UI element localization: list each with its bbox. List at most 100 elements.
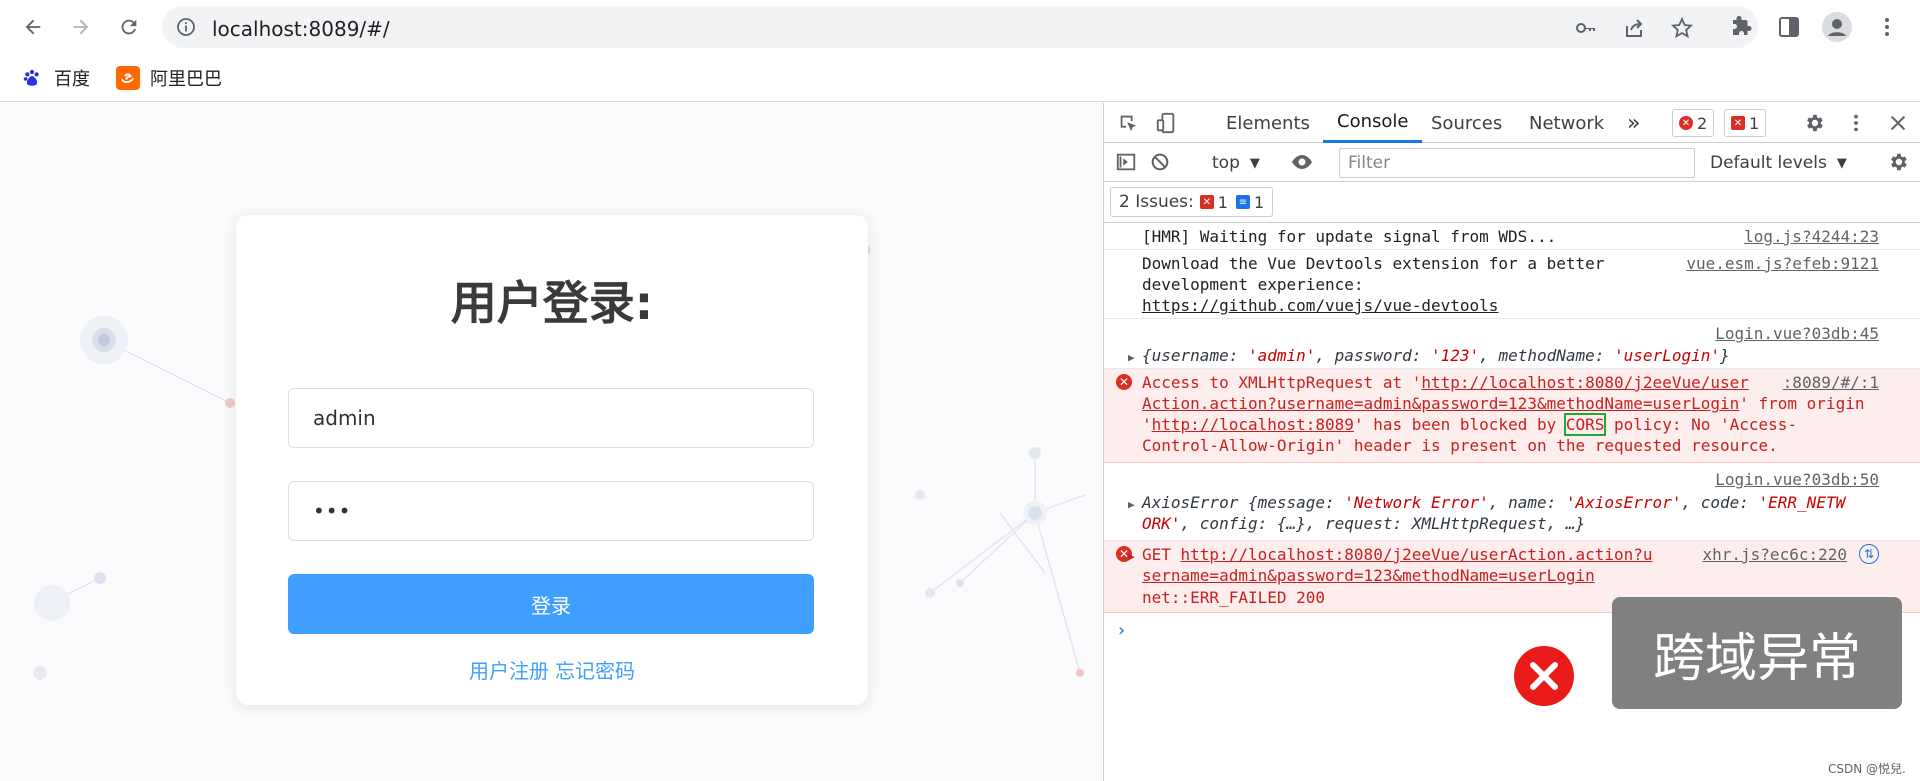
axios-error-preview[interactable]: ▶ AxiosError {message: 'Network Error', n… — [1128, 492, 1845, 515]
password-input[interactable]: ••• — [288, 481, 814, 541]
message-text: sername=admin&password=123&methodName=us… — [1142, 565, 1595, 586]
live-expression-eye-icon[interactable] — [1290, 150, 1314, 174]
source-link[interactable]: vue.esm.js?efeb:9121 — [1686, 253, 1879, 274]
profile-avatar-icon[interactable] — [1822, 12, 1852, 42]
dropdown-arrow-icon: ▼ — [1836, 155, 1847, 171]
extensions-icon[interactable] — [1726, 12, 1756, 42]
settings-gear-icon[interactable] — [1802, 111, 1826, 135]
message-text: development experience: — [1142, 275, 1364, 294]
share-icon[interactable] — [1622, 16, 1646, 40]
menu-kebab-icon[interactable] — [1872, 12, 1902, 42]
close-devtools-icon[interactable] — [1886, 111, 1910, 135]
address-bar[interactable]: localhost:8089/#/ — [162, 6, 1758, 48]
dropdown-arrow-icon: ▼ — [1249, 155, 1260, 171]
console-log-message: [HMR] Waiting for update signal from WDS… — [1104, 224, 1920, 250]
console-object-message: Login.vue?03db:50 ▶ AxiosError {message: … — [1104, 463, 1920, 541]
console-filter-input[interactable]: Filter — [1339, 148, 1695, 178]
register-link[interactable]: 用户注册 — [469, 659, 549, 683]
device-toolbar-icon[interactable] — [1154, 111, 1178, 135]
expand-triangle-icon[interactable]: ▶ — [1128, 494, 1142, 515]
issues-error-badge: ✕ 1 — [1194, 188, 1228, 216]
request-url-link[interactable]: http://localhost:8080/j2eeVue/userAction… — [1181, 545, 1653, 564]
log-levels-value: Default levels — [1710, 153, 1827, 173]
more-tabs-button[interactable]: » — [1627, 103, 1640, 143]
error-circle-icon: ✕ — [1679, 116, 1693, 130]
reload-icon — [121, 19, 137, 35]
bookmark-baidu[interactable]: 百度 — [20, 64, 90, 92]
login-button[interactable]: 登录 — [288, 574, 814, 634]
issues-button[interactable]: 2 Issues: ✕ 1 ≡ 1 — [1110, 187, 1274, 217]
devtools-tabbar: Elements Console Sources Network » ✕ 2 ✕… — [1104, 103, 1920, 143]
alibaba-icon — [116, 66, 140, 90]
tab-elements[interactable]: Elements — [1226, 103, 1310, 143]
side-panel-icon[interactable] — [1774, 12, 1804, 42]
info-icon[interactable] — [176, 17, 196, 37]
auth-links: 用户注册 忘记密码 — [236, 655, 868, 684]
message-text: Download the Vue Devtools extension for … — [1142, 254, 1605, 273]
console-object-message: Login.vue?03db:45 ▶ {username: 'admin', p… — [1104, 319, 1920, 369]
issue-count: 1 — [1749, 113, 1760, 133]
console-settings-gear-icon[interactable] — [1886, 150, 1910, 174]
inspect-element-icon[interactable] — [1116, 111, 1140, 135]
origin-url-link[interactable]: http://localhost:8089 — [1152, 415, 1354, 434]
console-prompt-input[interactable]: › — [1116, 620, 1127, 641]
watermark: CSDN @悦兒. — [1828, 762, 1906, 776]
issues-bar: 2 Issues: ✕ 1 ≡ 1 — [1104, 183, 1920, 223]
url-text[interactable]: localhost:8089/#/ — [212, 17, 390, 41]
login-title: 用户登录: — [450, 276, 654, 330]
axios-error-preview-cont: ORK', config: {…}, request: XMLHttpReque… — [1142, 514, 1586, 533]
issues-info-count: 1 — [1253, 192, 1265, 212]
bookmark-label: 百度 — [54, 69, 90, 90]
forgot-password-link[interactable]: 忘记密码 — [555, 659, 635, 683]
vue-devtools-link[interactable]: https://github.com/vuejs/vue-devtools — [1142, 296, 1498, 315]
issue-count-badge[interactable]: ✕ 1 — [1724, 109, 1767, 137]
issue-error-icon: ✕ — [1731, 116, 1745, 130]
error-count-badge[interactable]: ✕ 2 — [1672, 109, 1715, 137]
source-link[interactable]: Login.vue?03db:45 — [1715, 323, 1879, 344]
message-text: net::ERR_FAILED 200 — [1142, 588, 1326, 607]
clear-console-icon[interactable] — [1148, 150, 1172, 174]
message-text: ▶ GET http://localhost:8080/j2eeVue/userA… — [1128, 544, 1653, 567]
object-preview[interactable]: ▶ {username: 'admin', password: '123', me… — [1128, 345, 1730, 368]
back-button[interactable] — [16, 10, 50, 44]
username-input[interactable]: admin — [288, 388, 814, 448]
page-viewport: 用户登录: admin ••• 登录 用户注册 忘记密码 — [0, 103, 1102, 781]
browser-toolbar: localhost:8089/#/ — [0, 0, 1920, 54]
error-x-icon — [1514, 646, 1574, 706]
forward-button[interactable] — [64, 10, 98, 44]
request-url-link[interactable]: http://localhost:8080/j2eeVue/user — [1421, 373, 1749, 392]
message-text: [HMR] Waiting for update signal from WDS… — [1142, 227, 1557, 246]
reload-button[interactable] — [112, 10, 146, 44]
issues-label: 2 Issues: — [1119, 192, 1194, 212]
source-link[interactable]: log.js?4244:23 — [1744, 226, 1879, 247]
bookmark-alibaba[interactable]: 阿里巴巴 — [116, 64, 222, 92]
message-text: 'http://localhost:8089' has been blocked… — [1142, 413, 1798, 436]
more-options-icon[interactable] — [1844, 111, 1868, 135]
error-count: 2 — [1697, 113, 1708, 133]
login-card: 用户登录: admin ••• 登录 用户注册 忘记密码 — [236, 215, 868, 705]
source-link[interactable]: Login.vue?03db:50 — [1715, 469, 1879, 490]
source-link[interactable]: :8089/#/:1 — [1783, 372, 1879, 393]
log-levels-dropdown[interactable]: Default levels ▼ — [1710, 144, 1847, 182]
issues-info-badge: ≡ 1 — [1228, 188, 1264, 216]
key-icon[interactable] — [1574, 16, 1598, 40]
cors-highlight: CORS — [1563, 413, 1607, 436]
request-url-link[interactable]: sername=admin&password=123&methodName=us… — [1142, 566, 1595, 585]
baidu-paw-icon — [20, 66, 44, 90]
sidebar-toggle-icon[interactable] — [1114, 150, 1138, 174]
issues-error-count: 1 — [1217, 192, 1228, 212]
source-link[interactable]: xhr.js?ec6c:220 — [1703, 544, 1848, 565]
message-text: Access to XMLHttpRequest at 'http://loca… — [1142, 373, 1749, 392]
star-icon[interactable] — [1670, 16, 1694, 40]
console-toolbar: top ▼ Filter Default levels ▼ — [1104, 144, 1920, 182]
request-url-link[interactable]: Action.action?username=admin&password=12… — [1142, 394, 1739, 413]
expand-triangle-icon[interactable]: ▶ — [1128, 347, 1142, 368]
network-panel-icon[interactable]: ⇅ — [1859, 544, 1879, 564]
expand-triangle-icon[interactable]: ▶ — [1128, 546, 1142, 567]
tab-console[interactable]: Console — [1323, 103, 1423, 143]
annotation-label: 跨域异常 — [1612, 597, 1902, 709]
context-selector[interactable]: top ▼ — [1212, 144, 1260, 182]
tab-network[interactable]: Network — [1529, 103, 1604, 143]
arrow-left-icon — [25, 19, 41, 35]
tab-sources[interactable]: Sources — [1431, 103, 1502, 143]
